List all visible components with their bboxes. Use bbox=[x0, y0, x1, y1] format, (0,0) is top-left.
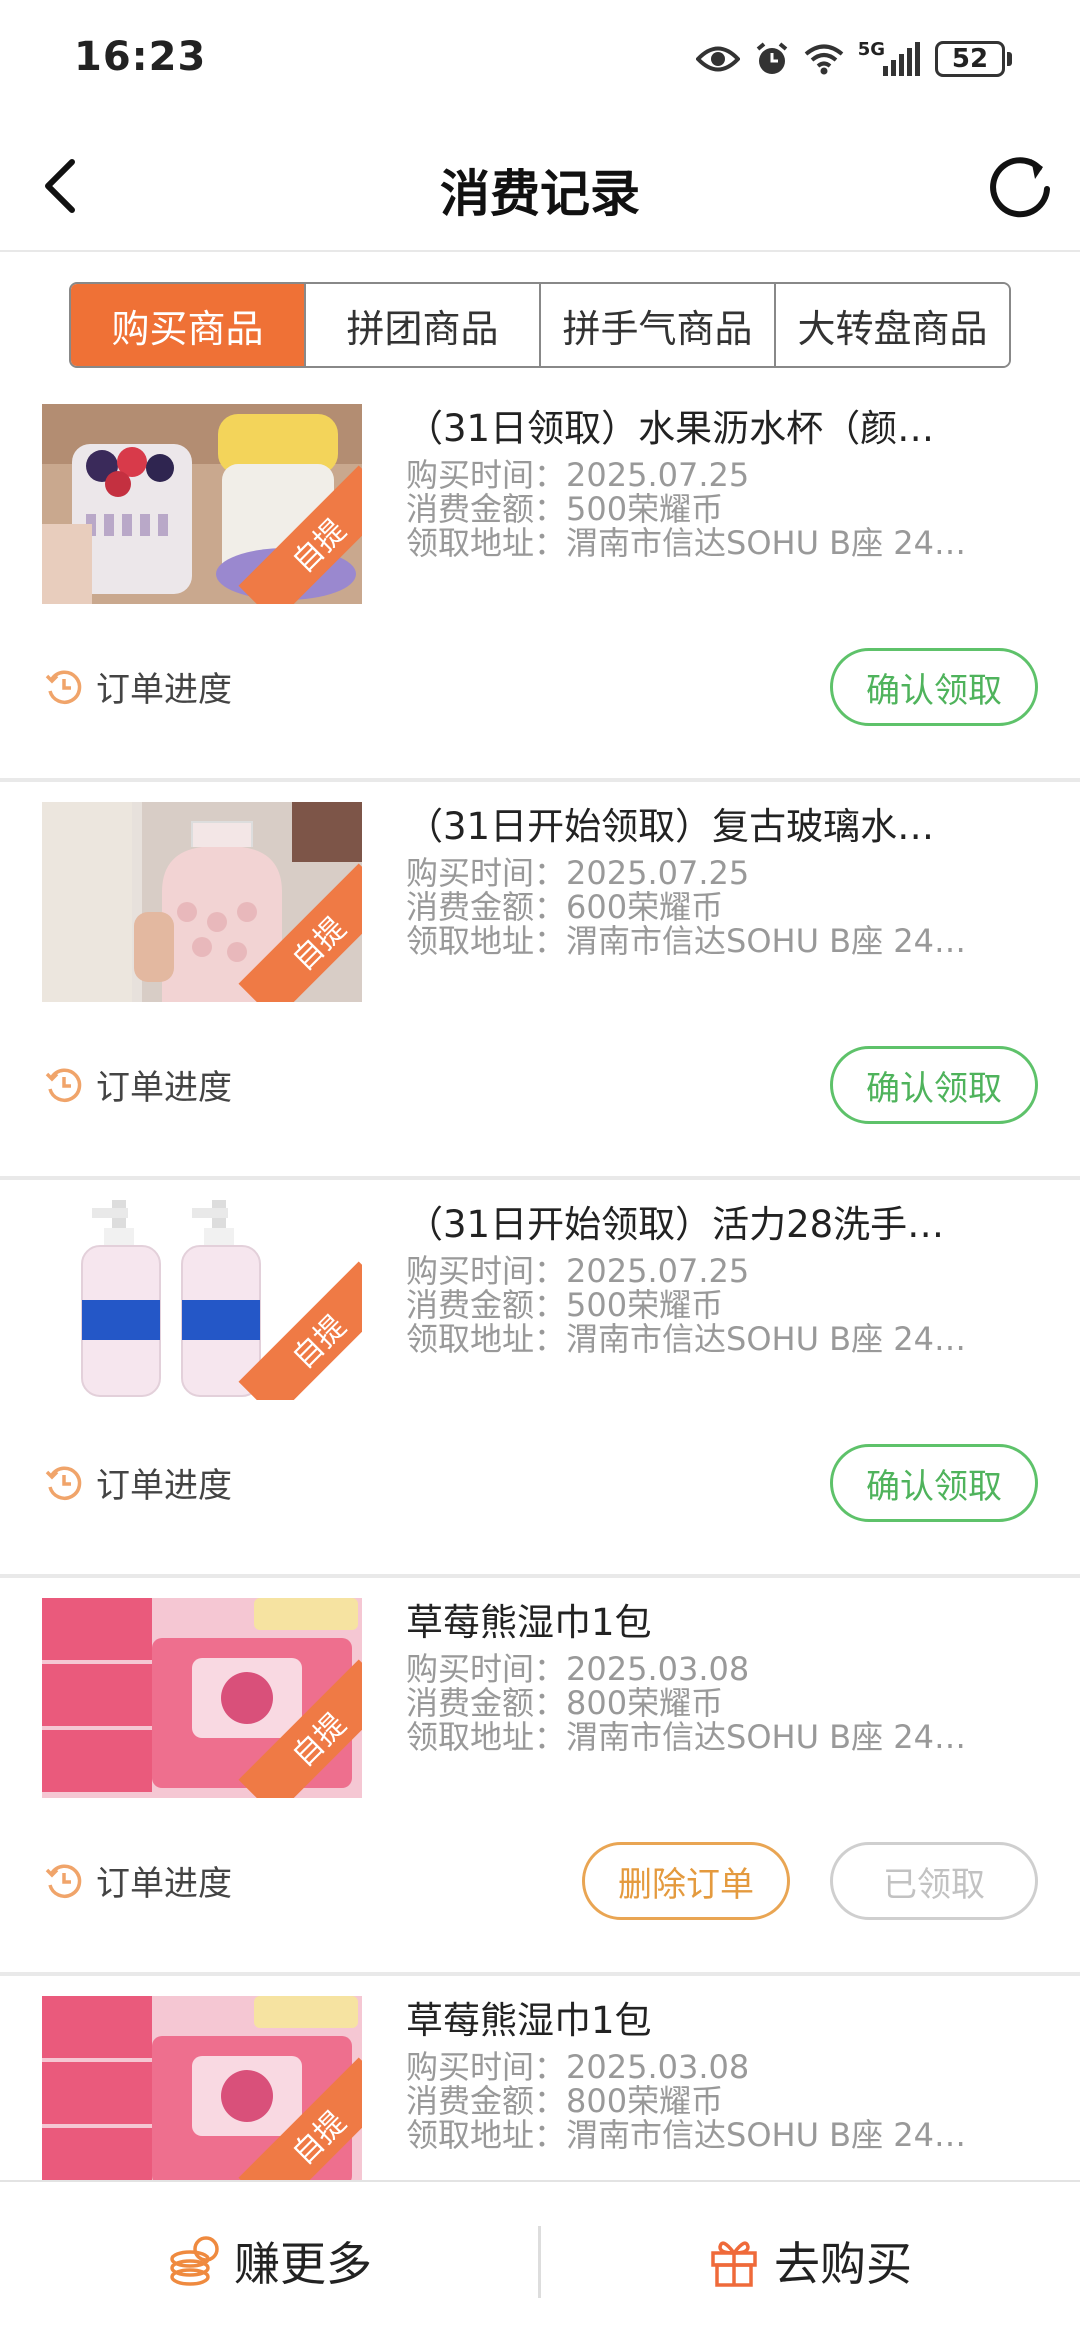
purchase-amount: 消费金额：500荣耀币 bbox=[406, 1286, 724, 1324]
wifi-icon bbox=[804, 43, 844, 75]
purchase-amount: 消费金额：800荣耀币 bbox=[406, 2082, 724, 2120]
tab-wheel[interactable]: 大转盘商品 bbox=[776, 284, 1009, 366]
item-title[interactable]: （31日开始领取）活力28洗手… bbox=[406, 1194, 1006, 1248]
order-progress-link[interactable]: 订单进度 bbox=[44, 662, 232, 711]
signal-icon: 5G bbox=[857, 38, 921, 76]
bottom-bar: 赚更多 去购买 bbox=[0, 2180, 1080, 2340]
product-image[interactable]: 自提 bbox=[42, 1200, 362, 1400]
purchase-amount: 消费金额：500荣耀币 bbox=[406, 490, 724, 528]
purchase-time: 购买时间：2025.07.25 bbox=[406, 1252, 750, 1290]
confirm-pickup-button[interactable]: 确认领取 bbox=[830, 1046, 1038, 1124]
item-title[interactable]: 草莓熊湿巾1包 bbox=[406, 1592, 1006, 1646]
status-icons: 5G 52 bbox=[695, 34, 1012, 84]
item-title[interactable]: （31日领取）水果沥水杯（颜… bbox=[406, 398, 1006, 452]
refresh-button[interactable] bbox=[980, 146, 1060, 226]
header: 消费记录 bbox=[0, 120, 1080, 252]
order-progress-label: 订单进度 bbox=[96, 1466, 232, 1506]
delete-order-button[interactable]: 删除订单 bbox=[582, 1842, 790, 1920]
order-progress-label: 订单进度 bbox=[96, 670, 232, 710]
confirm-pickup-button[interactable]: 确认领取 bbox=[830, 648, 1038, 726]
pickup-address: 领取地址：渭南市信达SOHU B座 24… bbox=[406, 1718, 967, 1756]
eye-icon bbox=[695, 44, 740, 74]
product-image[interactable]: 自提 bbox=[42, 1598, 362, 1798]
order-progress-link[interactable]: 订单进度 bbox=[44, 1458, 232, 1507]
pickup-address: 领取地址：渭南市信达SOHU B座 24… bbox=[406, 922, 967, 960]
clock-icon bbox=[45, 670, 82, 704]
tab-bar: 购买商品 拼团商品 拼手气商品 大转盘商品 bbox=[69, 282, 1011, 368]
page-title: 消费记录 bbox=[440, 165, 640, 223]
purchase-time: 购买时间：2025.03.08 bbox=[406, 1650, 750, 1688]
tab-group-buy[interactable]: 拼团商品 bbox=[306, 284, 541, 366]
battery-icon: 52 bbox=[935, 41, 1012, 77]
purchase-amount: 消费金额：600荣耀币 bbox=[406, 888, 724, 926]
order-card: 自提 （31日领取）水果沥水杯（颜… 购买时间：2025.07.25 消费金额：… bbox=[0, 384, 1080, 782]
tab-purchased[interactable]: 购买商品 bbox=[71, 284, 306, 366]
order-card: 自提 （31日开始领取）复古玻璃水… 购买时间：2025.07.25 消费金额：… bbox=[0, 782, 1080, 1180]
clock-icon bbox=[45, 1466, 82, 1500]
item-title[interactable]: 草莓熊湿巾1包 bbox=[406, 1990, 1006, 2044]
tabs-container: 购买商品 拼团商品 拼手气商品 大转盘商品 bbox=[0, 252, 1080, 384]
order-progress-label: 订单进度 bbox=[96, 1864, 232, 1904]
purchase-time: 购买时间：2025.07.25 bbox=[406, 854, 750, 892]
alarm-icon bbox=[754, 41, 790, 77]
tab-lucky-draw[interactable]: 拼手气商品 bbox=[541, 284, 776, 366]
product-image[interactable]: 自提 bbox=[42, 1996, 362, 2196]
received-button: 已领取 bbox=[830, 1842, 1038, 1920]
item-title[interactable]: （31日开始领取）复古玻璃水… bbox=[406, 796, 1006, 850]
coins-icon bbox=[170, 2236, 219, 2286]
refresh-icon bbox=[990, 157, 1050, 218]
pickup-address: 领取地址：渭南市信达SOHU B座 24… bbox=[406, 524, 967, 562]
battery-level: 52 bbox=[935, 41, 1005, 77]
earn-more-label: 赚更多 bbox=[234, 2237, 372, 2291]
order-progress-link[interactable]: 订单进度 bbox=[44, 1060, 232, 1109]
order-progress-label: 订单进度 bbox=[96, 1068, 232, 1108]
gift-icon bbox=[711, 2241, 757, 2287]
order-list: 自提 （31日领取）水果沥水杯（颜… 购买时间：2025.07.25 消费金额：… bbox=[0, 384, 1080, 2340]
clock-icon bbox=[45, 1068, 82, 1102]
pickup-address: 领取地址：渭南市信达SOHU B座 24… bbox=[406, 2116, 967, 2154]
purchase-amount: 消费金额：800荣耀币 bbox=[406, 1684, 724, 1722]
confirm-pickup-button[interactable]: 确认领取 bbox=[830, 1444, 1038, 1522]
clock-icon bbox=[45, 1864, 82, 1898]
purchase-time: 购买时间：2025.03.08 bbox=[406, 2048, 750, 2086]
network-label: 5G bbox=[857, 38, 885, 60]
status-bar: 16:23 5G 52 bbox=[0, 0, 1080, 120]
status-time: 16:23 bbox=[74, 34, 207, 80]
order-card: 自提 （31日开始领取）活力28洗手… 购买时间：2025.07.25 消费金额… bbox=[0, 1180, 1080, 1578]
go-buy-label: 去购买 bbox=[774, 2237, 912, 2291]
product-image[interactable]: 自提 bbox=[42, 802, 362, 1002]
go-buy-button[interactable]: 去购买 bbox=[540, 2182, 1080, 2340]
order-card: 自提 草莓熊湿巾1包 购买时间：2025.03.08 消费金额：800荣耀币 领… bbox=[0, 1578, 1080, 1976]
purchase-time: 购买时间：2025.07.25 bbox=[406, 456, 750, 494]
earn-more-button[interactable]: 赚更多 bbox=[0, 2182, 540, 2340]
bottom-divider bbox=[538, 2226, 541, 2298]
product-image[interactable]: 自提 bbox=[42, 404, 362, 604]
order-progress-link[interactable]: 订单进度 bbox=[44, 1856, 232, 1905]
pickup-address: 领取地址：渭南市信达SOHU B座 24… bbox=[406, 1320, 967, 1358]
